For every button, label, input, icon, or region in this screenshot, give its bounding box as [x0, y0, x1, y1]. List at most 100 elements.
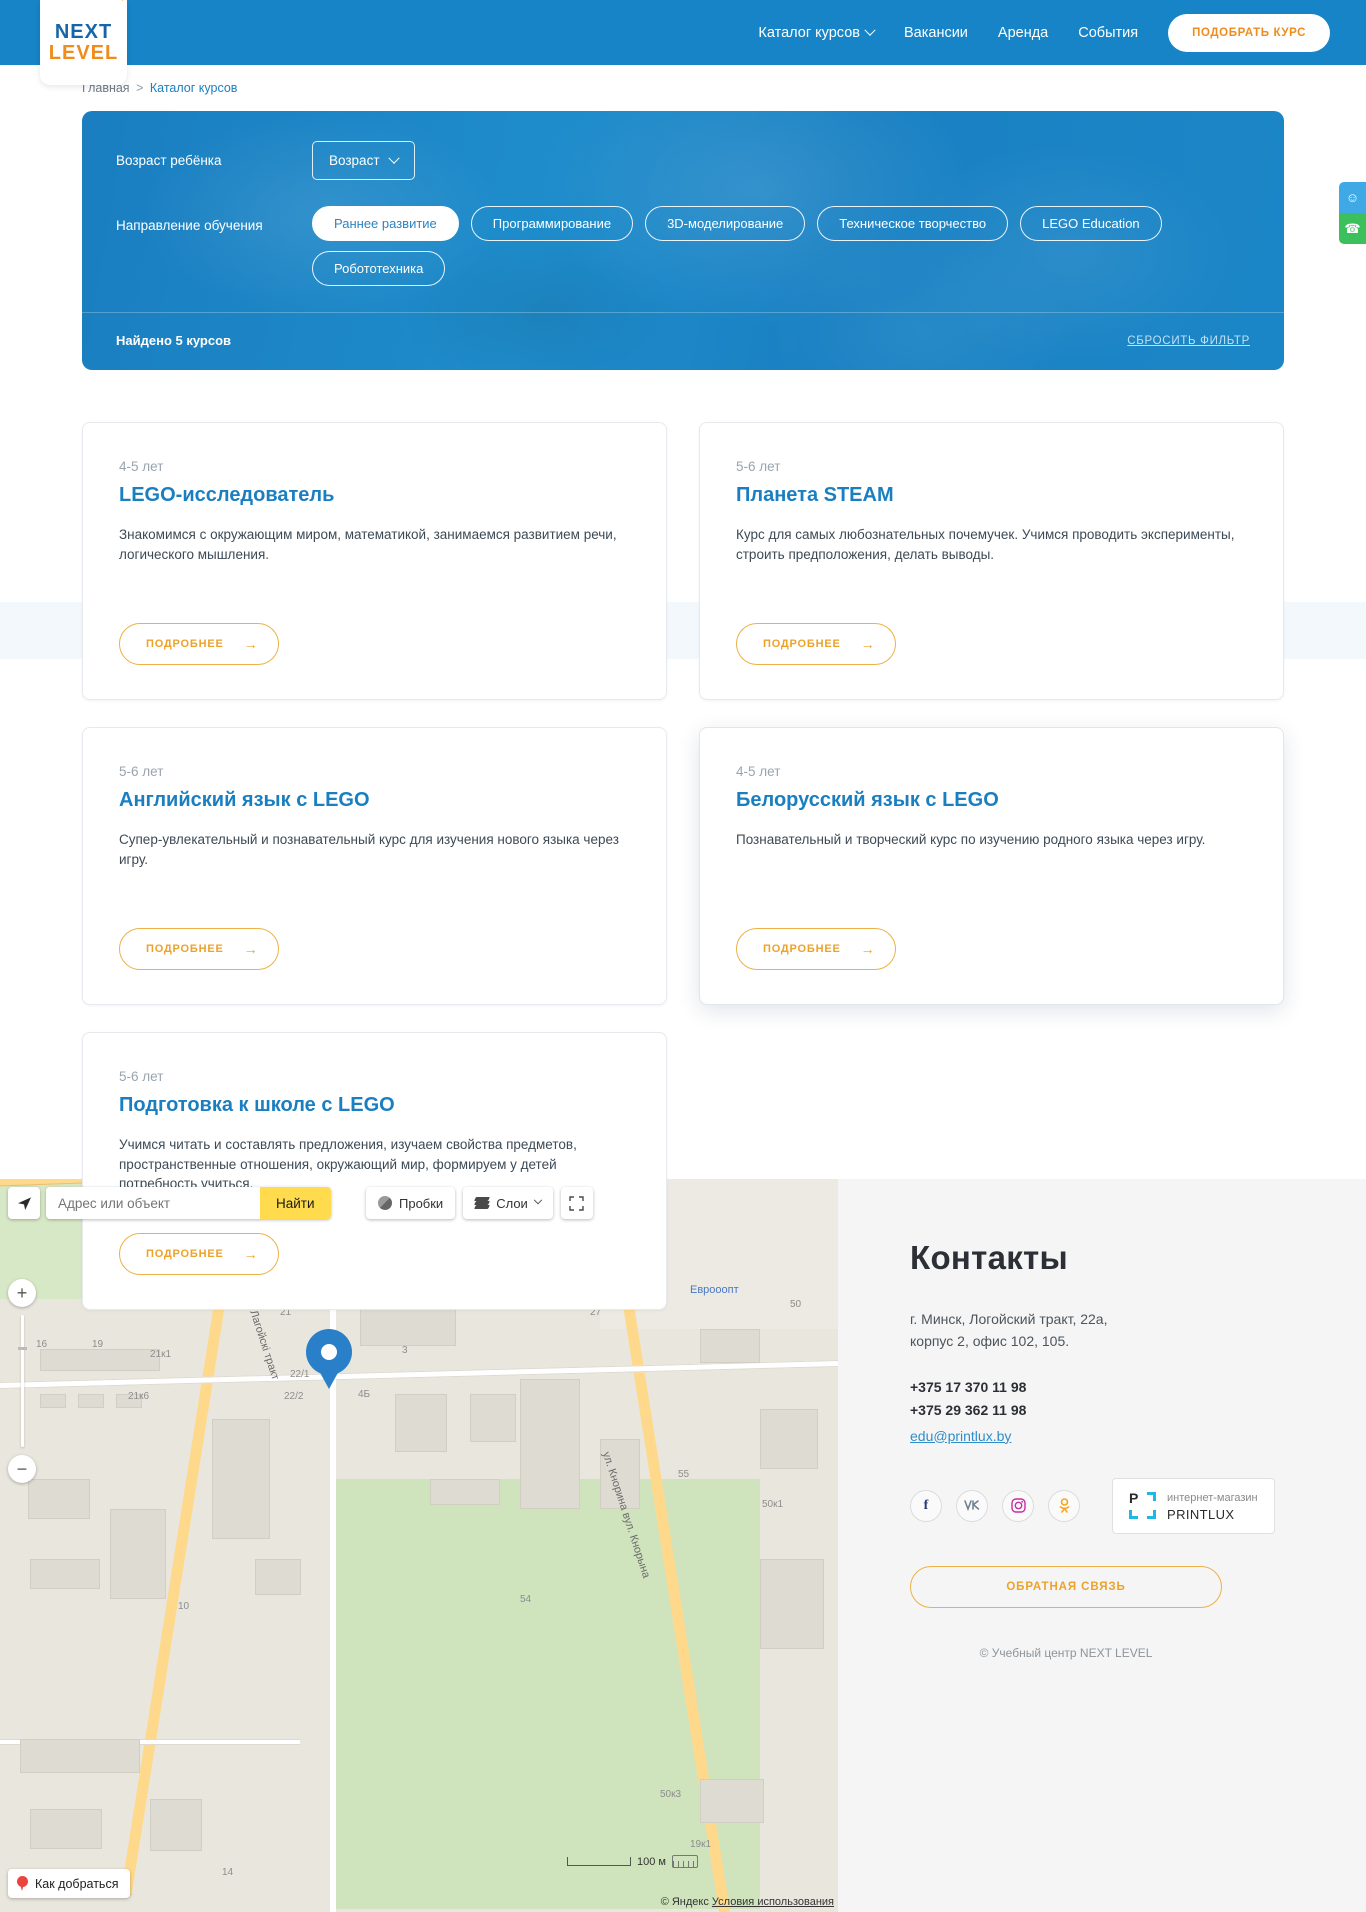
map-traffic-toggle[interactable]: Пробки [366, 1187, 456, 1219]
map-house-number: 22/2 [284, 1391, 304, 1402]
nav-item-vacancies-label: Вакансии [903, 24, 968, 41]
map-terms-link[interactable]: Условия использования [712, 1896, 834, 1908]
map-zoom-slider[interactable] [17, 1315, 27, 1447]
course-results: 4-5 лет LEGO-исследователь Знакомимся с … [0, 422, 1366, 1310]
ruler-icon[interactable] [672, 1855, 698, 1868]
nav-item-rent-label: Аренда [997, 24, 1049, 41]
course-title[interactable]: Подготовка к школе с LEGO [119, 1094, 630, 1117]
breadcrumb-current[interactable]: Каталог курсов [150, 81, 238, 95]
map-pin-tail [318, 1369, 340, 1389]
nav-item-rent[interactable]: Аренда [998, 25, 1048, 41]
nav-item-catalog-label: Каталог курсов [758, 24, 860, 41]
filter-chip-early-development[interactable]: Раннее развитие [312, 206, 459, 241]
nav-item-events-label: События [1078, 24, 1139, 41]
odnoklassniki-icon[interactable] [1048, 1489, 1080, 1522]
map-layers-label: Слои [496, 1195, 528, 1211]
facebook-icon[interactable]: f [910, 1489, 942, 1522]
main-navigation: Каталог курсов Вакансии Аренда События П… [758, 13, 1366, 52]
course-grid: 4-5 лет LEGO-исследователь Знакомимся с … [82, 422, 1284, 1310]
map-location-pin[interactable] [306, 1329, 352, 1389]
map-pin-hole [321, 1344, 337, 1360]
course-details-button[interactable]: ПОДРОБНЕЕ → [736, 928, 897, 970]
filter-chip-lego-education[interactable]: LEGO Education [1020, 206, 1162, 241]
course-age: 5-6 лет [119, 764, 164, 779]
course-details-label: ПОДРОБНЕЕ [763, 638, 841, 650]
reset-filter-link[interactable]: СБРОСИТЬ ФИЛЬТР [1127, 335, 1250, 347]
filter-row-age: Возраст ребёнка Возраст [116, 141, 1250, 180]
map-copyright-text: © Яндекс [660, 1896, 709, 1908]
phone-secondary[interactable]: +375 29 362 11 98 [910, 1399, 1296, 1422]
course-card[interactable]: 5-6 лет Подготовка к школе с LEGO Учимся… [82, 1032, 667, 1310]
filter-label-age: Возраст ребёнка [116, 153, 222, 168]
vk-icon[interactable] [956, 1489, 988, 1522]
filter-chip-programming[interactable]: Программирование [470, 206, 634, 241]
map-pin-icon [17, 1876, 28, 1891]
course-details-button[interactable]: ПОДРОБНЕЕ → [119, 928, 280, 970]
course-title[interactable]: LEGO-исследователь [119, 484, 630, 507]
filter-label-direction: Направление обучения [116, 218, 263, 233]
course-card[interactable]: 5-6 лет Английский язык с LEGO Супер-увл… [82, 727, 667, 1005]
map-house-number: 4Б [358, 1389, 371, 1400]
course-details-button[interactable]: ПОДРОБНЕЕ → [736, 623, 897, 665]
logo-text-next: NEXT [54, 20, 113, 43]
headset-icon[interactable]: ☺ [1339, 182, 1366, 213]
map-fullscreen-button[interactable] [560, 1187, 593, 1219]
filter-panel: Возраст ребёнка Возраст Направление обуч… [82, 111, 1284, 370]
instagram-icon[interactable] [1002, 1489, 1034, 1522]
filter-chip-3d-modeling[interactable]: 3D-моделирование [645, 206, 806, 241]
arrow-right-icon: → [243, 636, 259, 652]
course-age: 4-5 лет [736, 764, 781, 779]
map-building [760, 1409, 818, 1469]
pick-course-button[interactable]: ПОДОБРАТЬ КУРС [1168, 13, 1330, 52]
map-house-number: 50к3 [660, 1789, 682, 1800]
nav-item-events[interactable]: События [1078, 25, 1138, 41]
map-directions-button[interactable]: Как добраться [8, 1869, 131, 1898]
layers-icon [474, 1197, 491, 1209]
age-select[interactable]: Возраст [312, 141, 415, 180]
address-line-2: корпус 2, офис 102, 105. [910, 1332, 1070, 1349]
nav-item-catalog[interactable]: Каталог курсов [758, 24, 876, 41]
logo-flag-icon [122, 0, 130, 1]
printlux-shop-link[interactable]: P интернет-магазин PRINTLUX [1112, 1477, 1275, 1534]
direction-chip-group: Раннее развитие Программирование 3D-моде… [312, 206, 1212, 286]
map-find-button[interactable]: Найти [260, 1187, 331, 1219]
map-zoom-in-button[interactable]: + [8, 1279, 36, 1307]
address-line-1: г. Минск, Логойский тракт, 22а, [910, 1311, 1108, 1327]
traffic-icon [378, 1196, 392, 1210]
course-description: Супер-увлекательный и познавательный кур… [119, 832, 619, 867]
map-copyright: © Яндекс Условия использования [661, 1896, 834, 1908]
map-building [30, 1559, 100, 1589]
map-scale: 100 м [567, 1855, 698, 1868]
social-links: f P интернет-магазин PRINTLUX [910, 1477, 1296, 1534]
logo[interactable]: NEXT LEVEL [40, 0, 130, 85]
course-description: Знакомимся с окружающим миром, математик… [119, 527, 617, 562]
course-card[interactable]: 4-5 лет Белорусский язык с LEGO Познават… [699, 727, 1284, 1005]
map-traffic-label: Пробки [399, 1195, 444, 1211]
found-count: Найдено 5 курсов [116, 333, 232, 348]
course-card-footer: ПОДРОБНЕЕ → [736, 904, 1247, 1004]
filter-chip-technical-creativity[interactable]: Техническое творчество [817, 206, 1009, 241]
feedback-button[interactable]: ОБРАТНАЯ СВЯЗЬ [910, 1565, 1222, 1608]
course-card-footer: ПОДРОБНЕЕ → [119, 904, 630, 1004]
map-building [760, 1559, 824, 1649]
nav-item-vacancies[interactable]: Вакансии [904, 25, 968, 41]
course-details-button[interactable]: ПОДРОБНЕЕ → [119, 1233, 280, 1275]
email-link[interactable]: edu@printlux.by [910, 1428, 1011, 1444]
printlux-title: PRINTLUX [1167, 1506, 1235, 1522]
course-title[interactable]: Английский язык с LEGO [119, 789, 630, 812]
map-layers-menu[interactable]: Слои [463, 1187, 553, 1219]
filter-footer: Найдено 5 курсов СБРОСИТЬ ФИЛЬТР [82, 313, 1284, 370]
phone-icon[interactable]: ☎ [1339, 213, 1366, 244]
course-title[interactable]: Белорусский язык с LEGO [736, 789, 1247, 812]
map-search-input[interactable] [46, 1187, 260, 1219]
phone-primary[interactable]: +375 17 370 11 98 [910, 1376, 1296, 1399]
course-details-button[interactable]: ПОДРОБНЕЕ → [119, 623, 280, 665]
course-card[interactable]: 4-5 лет LEGO-исследователь Знакомимся с … [82, 422, 667, 700]
course-card[interactable]: 5-6 лет Планета STEAM Курс для самых люб… [699, 422, 1284, 700]
map-zoom-controls: + − [8, 1279, 36, 1483]
course-title[interactable]: Планета STEAM [736, 484, 1247, 507]
map-building [30, 1809, 102, 1849]
map-zoom-out-button[interactable]: − [8, 1455, 36, 1483]
locate-me-icon[interactable] [8, 1187, 40, 1219]
filter-chip-robotics[interactable]: Робототехника [312, 251, 446, 286]
